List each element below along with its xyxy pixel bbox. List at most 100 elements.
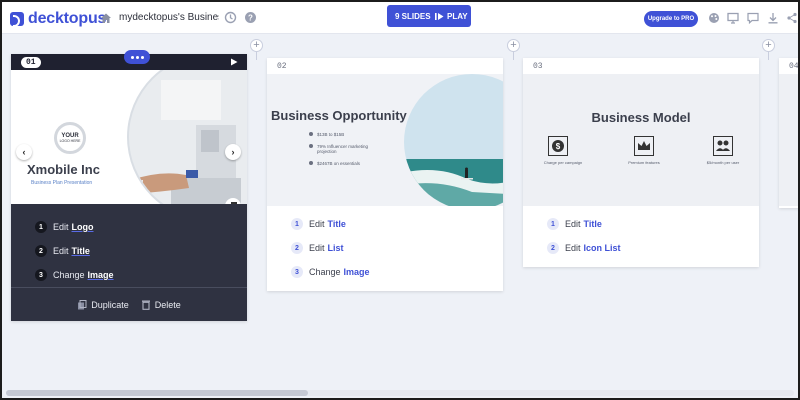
preview-play-icon[interactable] — [230, 58, 238, 66]
duplicate-label: Duplicate — [91, 299, 129, 310]
slide-bullet: 79% Influencer marketing projection — [309, 144, 379, 154]
slide-number: 02 — [277, 61, 287, 71]
edit-title-item[interactable]: 1 Edit Title — [291, 212, 503, 236]
share-icon[interactable] — [786, 12, 798, 24]
slide-bullet-text: 79% Influencer marketing projection — [317, 144, 369, 154]
slide-actions: Duplicate Delete — [11, 287, 247, 321]
slide-bullet-text: $13B to $15B — [317, 132, 345, 137]
history-icon[interactable] — [224, 11, 237, 24]
previous-slide-button[interactable]: ‹ — [16, 144, 32, 160]
duplicate-icon — [78, 299, 87, 309]
slide-card-02[interactable]: 02 Business Opportunity $13B to $15B 79%… — [267, 58, 503, 291]
slide-preview[interactable]: Business Model $ Charge per campaign Pre… — [523, 74, 759, 206]
help-icon[interactable]: ? — [244, 11, 257, 24]
edit-verb: Edit — [565, 243, 581, 253]
edit-options-list: 1 Edit Title 2 Edit Icon List — [523, 206, 759, 260]
crown-icon — [634, 136, 654, 156]
edit-verb: Edit — [309, 219, 325, 229]
shapes-icon — [231, 202, 237, 204]
slide-company-title: Xmobile Inc — [27, 162, 100, 177]
delete-button[interactable]: Delete — [141, 299, 181, 310]
delete-label: Delete — [154, 299, 181, 310]
comment-icon[interactable] — [747, 12, 759, 24]
slide-bullet: $13B to $15B — [309, 132, 399, 137]
slide-card-04[interactable]: 04 — [779, 58, 799, 208]
svg-text:$: $ — [556, 142, 561, 151]
edit-verb: Edit — [309, 243, 325, 253]
trash-icon — [141, 300, 150, 310]
slide-bullet-list: $13B to $15B 79% Influencer marketing pr… — [309, 132, 399, 166]
upgrade-to-pro-button[interactable]: Upgrade to PRO — [644, 11, 698, 27]
feature-item — [708, 136, 738, 156]
theme-icon[interactable] — [708, 12, 720, 24]
step-number: 1 — [547, 218, 559, 230]
logo-placeholder[interactable]: YOUR LOGO HERE — [54, 122, 86, 154]
slide-number: 04 — [789, 61, 799, 71]
change-image-item[interactable]: 3 Change Image — [35, 263, 247, 287]
app-logo-text: decktopus — [28, 10, 107, 27]
slide-preview[interactable]: YOUR LOGO HERE Xmobile Inc Business Plan… — [11, 70, 247, 204]
edit-title-item[interactable]: 1 Edit Title — [547, 212, 759, 236]
step-number: 3 — [35, 269, 47, 281]
edit-icon-list-item[interactable]: 2 Edit Icon List — [547, 236, 759, 260]
edit-list-item[interactable]: 2 Edit List — [291, 236, 503, 260]
edit-logo-item[interactable]: 1 Edit Logo — [35, 215, 247, 239]
play-button[interactable]: PLAY — [431, 12, 468, 21]
present-icon[interactable] — [727, 12, 739, 24]
edit-target: Title — [71, 246, 90, 256]
step-number: 2 — [547, 242, 559, 254]
slide-title: Business Opportunity — [271, 108, 407, 123]
feature-item — [629, 136, 659, 156]
top-bar: decktopus mydecktopus's Business P ? 9 S… — [2, 2, 798, 34]
step-number: 1 — [291, 218, 303, 230]
slides-count-button[interactable]: 9 SLIDES — [387, 12, 431, 21]
logo-placeholder-line2: LOGO HERE — [59, 139, 81, 143]
edit-title-item[interactable]: 2 Edit Title — [35, 239, 247, 263]
edit-verb: Edit — [565, 219, 581, 229]
edit-target: Image — [87, 270, 114, 280]
step-number: 2 — [35, 245, 47, 257]
slide-card-01[interactable]: 01 YOUR LOGO HERE Xmobile Inc Business P… — [11, 50, 247, 321]
app-logo[interactable]: decktopus — [10, 10, 106, 28]
next-slide-button[interactable]: › — [225, 144, 241, 160]
edit-target: Icon List — [583, 243, 621, 253]
svg-text:?: ? — [248, 14, 253, 23]
edit-options-list: 1 Edit Logo 2 Edit Title 3 Change Image — [11, 204, 247, 287]
slide-card-03[interactable]: 03 Business Model $ Charge per campaign … — [523, 58, 759, 267]
change-image-item[interactable]: 3 Change Image — [291, 260, 503, 284]
edit-options-list: 1 Edit Title 2 Edit List 3 Change Image — [267, 206, 503, 284]
edit-target: Logo — [71, 222, 94, 232]
edit-target: Title — [327, 219, 346, 229]
play-icon — [435, 12, 444, 20]
edit-target: Title — [583, 219, 602, 229]
slide-bullet: $2467B on essentials — [309, 161, 399, 166]
slide-number: 01 — [21, 56, 41, 68]
step-number: 1 — [35, 221, 47, 233]
app-window: decktopus mydecktopus's Business P ? 9 S… — [0, 0, 800, 400]
step-number: 3 — [291, 266, 303, 278]
edit-verb: Edit — [53, 246, 69, 256]
slide-bullet-text: $2467B on essentials — [317, 161, 361, 166]
horizontal-scrollbar-thumb[interactable] — [6, 390, 308, 396]
slide-number: 03 — [533, 61, 543, 71]
feature-label: Charge per campaign — [543, 160, 583, 165]
edit-target: List — [327, 243, 344, 253]
step-number: 2 — [291, 242, 303, 254]
dollar-icon: $ — [548, 136, 568, 156]
add-slide-button[interactable]: + — [762, 39, 775, 60]
home-icon[interactable] — [100, 12, 112, 24]
drag-handle-icon[interactable] — [124, 50, 150, 64]
document-title[interactable]: mydecktopus's Business P — [119, 12, 219, 23]
add-slide-button[interactable]: + — [250, 39, 263, 60]
feature-item: $ — [543, 136, 573, 156]
feature-label: Premium features — [628, 160, 660, 165]
duplicate-button[interactable]: Duplicate — [77, 299, 129, 310]
slide-subtitle: Business Plan Presentation — [31, 180, 93, 186]
add-slide-button[interactable]: + — [507, 39, 520, 60]
slide-preview[interactable]: Business Opportunity $13B to $15B 79% In… — [267, 74, 503, 206]
feature-label: $5/month per user — [706, 160, 740, 165]
edit-verb: Edit — [53, 222, 69, 232]
slide-preview[interactable] — [779, 74, 798, 206]
slides-control: 9 SLIDES PLAY — [387, 5, 471, 27]
download-icon[interactable] — [767, 12, 779, 24]
